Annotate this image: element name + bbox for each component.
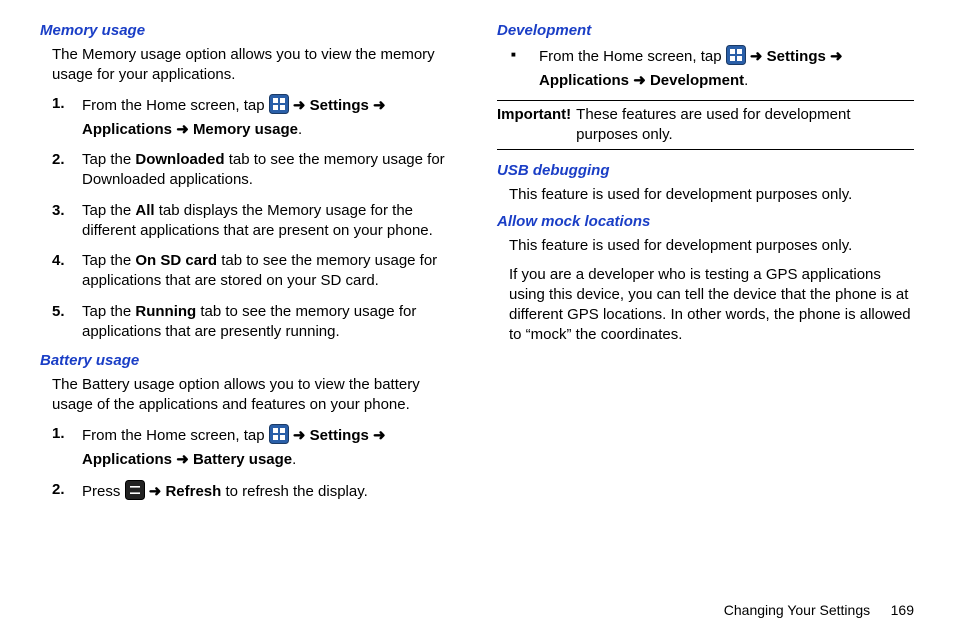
memory-step-5: Tap the Running tab to see the memory us… — [82, 302, 457, 343]
apps-grid-icon — [726, 45, 746, 71]
memory-step-2: Tap the Downloaded tab to see the memory… — [82, 150, 457, 191]
action-refresh: Refresh — [165, 483, 221, 500]
step-text: From the Home screen, tap — [82, 97, 269, 114]
path-settings: Settings — [310, 427, 369, 444]
path-applications: Applications — [82, 451, 172, 468]
apps-grid-icon — [269, 424, 289, 450]
two-column-layout: Memory usage The Memory usage option all… — [40, 20, 914, 596]
tab-running: Running — [135, 303, 196, 320]
important-note: Important! These features are used for d… — [497, 100, 914, 151]
step-text: Tap the — [82, 202, 135, 219]
path-settings: Settings — [310, 97, 369, 114]
path-memory-usage: Memory usage — [193, 121, 298, 138]
arrow-icon: ➜ — [373, 97, 386, 114]
heading-usb-debugging: USB debugging — [497, 162, 914, 179]
battery-step-1: From the Home screen, tap ➜ Settings ➜ — [82, 424, 457, 471]
path-battery-usage: Battery usage — [193, 451, 292, 468]
step-text: Tap the — [82, 303, 135, 320]
menu-icon — [125, 480, 145, 506]
apps-grid-icon — [269, 94, 289, 120]
arrow-icon: ➜ — [176, 451, 189, 468]
footer-page-number: 169 — [874, 602, 914, 618]
path-development: Development — [650, 72, 744, 89]
heading-battery-usage: Battery usage — [40, 352, 457, 369]
arrow-icon: ➜ — [176, 121, 189, 138]
development-step: From the Home screen, tap ➜ Settings ➜ — [539, 45, 914, 92]
tab-downloaded: Downloaded — [135, 151, 224, 168]
step-text: From the Home screen, tap — [82, 427, 269, 444]
arrow-icon: ➜ — [149, 483, 162, 500]
battery-intro: The Battery usage option allows you to v… — [52, 375, 457, 416]
memory-step-3: Tap the All tab displays the Memory usag… — [82, 201, 457, 242]
page-footer: Changing Your Settings 169 — [40, 596, 914, 618]
left-column: Memory usage The Memory usage option all… — [40, 20, 457, 596]
path-applications: Applications — [539, 72, 629, 89]
tab-on-sd-card: On SD card — [135, 252, 217, 269]
mock-p2: If you are a developer who is testing a … — [509, 265, 914, 346]
important-label: Important! — [497, 105, 572, 125]
arrow-icon: ➜ — [830, 48, 843, 65]
tab-all: All — [135, 202, 154, 219]
heading-allow-mock-locations: Allow mock locations — [497, 213, 914, 230]
battery-steps: From the Home screen, tap ➜ Settings ➜ — [52, 424, 457, 507]
development-bullet: From the Home screen, tap ➜ Settings ➜ — [509, 45, 914, 92]
usb-body: This feature is used for development pur… — [509, 185, 914, 205]
arrow-icon: ➜ — [293, 97, 306, 114]
step-text: Tap the — [82, 252, 135, 269]
step-text: From the Home screen, tap — [539, 48, 726, 65]
heading-memory-usage: Memory usage — [40, 22, 457, 39]
battery-step-2: Press ➜ Refresh to refresh the display. — [82, 480, 457, 506]
right-column: Development From the Home screen, tap ➜ — [497, 20, 914, 596]
arrow-icon: ➜ — [373, 427, 386, 444]
mock-p1: This feature is used for development pur… — [509, 236, 914, 256]
step-text: Press — [82, 483, 125, 500]
memory-steps: From the Home screen, tap ➜ Settings ➜ — [52, 94, 457, 343]
important-text: These features are used for development … — [576, 105, 913, 146]
footer-section: Changing Your Settings — [724, 602, 870, 618]
step-text: Tap the — [82, 151, 135, 168]
arrow-icon: ➜ — [633, 72, 646, 89]
memory-step-4: Tap the On SD card tab to see the memory… — [82, 251, 457, 292]
memory-step-1: From the Home screen, tap ➜ Settings ➜ — [82, 94, 457, 141]
path-applications: Applications — [82, 121, 172, 138]
path-settings: Settings — [767, 48, 826, 65]
manual-page: Memory usage The Memory usage option all… — [0, 0, 954, 636]
arrow-icon: ➜ — [750, 48, 763, 65]
step-text: to refresh the display. — [225, 483, 367, 500]
memory-intro: The Memory usage option allows you to vi… — [52, 45, 457, 86]
arrow-icon: ➜ — [293, 427, 306, 444]
heading-development: Development — [497, 22, 914, 39]
